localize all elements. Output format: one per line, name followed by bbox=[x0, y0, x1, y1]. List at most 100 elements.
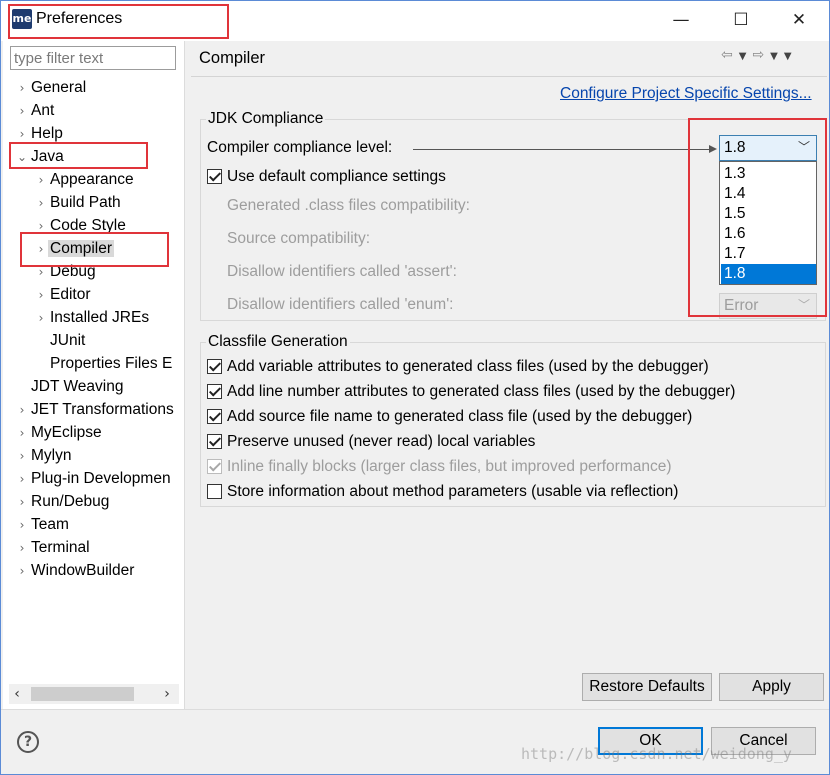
footer-divider bbox=[1, 709, 829, 710]
enum-severity-value: Error bbox=[724, 297, 759, 314]
classfile-option-checkbox[interactable] bbox=[207, 484, 222, 499]
tree-item-build-path[interactable]: › Build Path bbox=[34, 192, 123, 214]
tree-item-installed-jres[interactable]: › Installed JREs bbox=[34, 307, 151, 329]
tree-item-label: JET Transformations bbox=[31, 401, 174, 418]
restore-defaults-button[interactable]: Restore Defaults bbox=[582, 673, 712, 701]
tree-item-windowbuilder[interactable]: › WindowBuilder bbox=[15, 560, 136, 582]
chevron-right-icon[interactable]: › bbox=[34, 169, 48, 191]
chevron-right-icon[interactable]: › bbox=[34, 307, 48, 329]
chevron-right-icon[interactable]: › bbox=[15, 491, 29, 513]
compliance-option[interactable]: 1.8 bbox=[721, 264, 816, 284]
view-menu-icon[interactable]: ▼ bbox=[784, 51, 798, 62]
tree-item-run-debug[interactable]: › Run/Debug bbox=[15, 491, 111, 513]
tree-item-myeclipse[interactable]: › MyEclipse bbox=[15, 422, 104, 444]
tree-item-label: Code Style bbox=[50, 217, 126, 234]
apply-button[interactable]: Apply bbox=[719, 673, 824, 701]
classfile-option-checkbox bbox=[207, 459, 222, 474]
chevron-right-icon[interactable]: › bbox=[15, 77, 29, 99]
classfile-generation-title: Classfile Generation bbox=[206, 333, 350, 351]
chevron-right-icon[interactable]: › bbox=[34, 215, 48, 237]
tree-item-compiler[interactable]: › Compiler bbox=[34, 238, 115, 260]
tree-horizontal-scrollbar[interactable]: ‹ › bbox=[9, 684, 179, 704]
help-icon[interactable]: ? bbox=[17, 731, 39, 753]
filter-input[interactable] bbox=[10, 46, 176, 70]
window-title: Preferences bbox=[36, 10, 123, 27]
chevron-right-icon[interactable]: › bbox=[15, 514, 29, 536]
preference-tree-panel: ›General›Ant›Help⌄Java›Appearance›Build … bbox=[3, 41, 185, 709]
chevron-right-icon[interactable]: › bbox=[15, 537, 29, 559]
back-menu-chevron-icon[interactable]: ▼ bbox=[739, 51, 753, 62]
annotation-arrow-head-icon bbox=[709, 145, 717, 153]
scroll-right-icon[interactable]: › bbox=[159, 684, 175, 704]
chevron-right-icon[interactable]: › bbox=[15, 445, 29, 467]
configure-project-settings-link[interactable]: Configure Project Specific Settings... bbox=[560, 85, 812, 103]
compliance-option[interactable]: 1.6 bbox=[721, 224, 816, 244]
classfile-option-label[interactable]: Add line number attributes to generated … bbox=[227, 383, 735, 401]
chevron-right-icon[interactable]: › bbox=[15, 422, 29, 444]
tree-item-mylyn[interactable]: › Mylyn bbox=[15, 445, 73, 467]
scrollbar-thumb[interactable] bbox=[31, 687, 134, 701]
tree-item-jdt-weaving[interactable]: JDT Weaving bbox=[15, 376, 125, 398]
tree-item-code-style[interactable]: › Code Style bbox=[34, 215, 128, 237]
tree-item-plug-in-developmen[interactable]: › Plug-in Developmen bbox=[15, 468, 173, 490]
scroll-left-icon[interactable]: ‹ bbox=[9, 684, 25, 704]
use-default-label[interactable]: Use default compliance settings bbox=[227, 168, 446, 186]
compliance-level-select[interactable]: 1.8 ﹀ bbox=[719, 135, 817, 161]
tree-item-label: Debug bbox=[50, 263, 96, 280]
tree-item-jet-transformations[interactable]: › JET Transformations bbox=[15, 399, 176, 421]
tree-item-debug[interactable]: › Debug bbox=[34, 261, 98, 283]
compliance-option[interactable]: 1.7 bbox=[721, 244, 816, 264]
maximize-button[interactable]: ☐ bbox=[721, 6, 761, 34]
chevron-right-icon[interactable]: › bbox=[34, 192, 48, 214]
tree-item-java[interactable]: ⌄ Java bbox=[15, 146, 66, 168]
disallow-assert-label: Disallow identifiers called 'assert': bbox=[227, 263, 457, 280]
tree-item-junit[interactable]: JUnit bbox=[34, 330, 87, 352]
tree-item-ant[interactable]: › Ant bbox=[15, 100, 56, 122]
tree-item-appearance[interactable]: › Appearance bbox=[34, 169, 136, 191]
forward-arrow-icon[interactable]: ⇨ bbox=[752, 47, 770, 63]
tree-item-editor[interactable]: › Editor bbox=[34, 284, 93, 306]
chevron-right-icon[interactable]: › bbox=[15, 123, 29, 145]
watermark: http://blog.csdn.net/weidong_y bbox=[521, 745, 792, 763]
forward-menu-chevron-icon[interactable]: ▼ bbox=[770, 51, 784, 62]
minimize-button[interactable]: — bbox=[661, 6, 701, 34]
tree-item-label: JUnit bbox=[50, 332, 86, 349]
compliance-level-dropdown: 1.3 1.4 1.5 1.6 1.7 1.8 bbox=[719, 161, 817, 285]
classfile-option-checkbox[interactable] bbox=[207, 434, 222, 449]
tree-item-label: MyEclipse bbox=[31, 424, 102, 441]
tree-item-team[interactable]: › Team bbox=[15, 514, 71, 536]
tree-item-label: Appearance bbox=[50, 171, 134, 188]
tree-item-label: Team bbox=[31, 516, 69, 533]
chevron-down-icon[interactable]: ⌄ bbox=[15, 146, 29, 168]
compliance-option[interactable]: 1.5 bbox=[721, 204, 816, 224]
close-button[interactable]: ✕ bbox=[779, 6, 819, 34]
compliance-option[interactable]: 1.3 bbox=[721, 164, 816, 184]
classfile-option-checkbox[interactable] bbox=[207, 409, 222, 424]
compliance-option[interactable]: 1.4 bbox=[721, 184, 816, 204]
chevron-right-icon[interactable]: › bbox=[34, 238, 48, 260]
classfile-option-checkbox[interactable] bbox=[207, 384, 222, 399]
classfile-option-label[interactable]: Store information about method parameter… bbox=[227, 483, 678, 501]
tree-item-label: Java bbox=[31, 148, 64, 165]
tree-item-properties-files-e[interactable]: Properties Files E bbox=[34, 353, 174, 375]
chevron-right-icon[interactable]: › bbox=[34, 261, 48, 283]
generated-class-compat-label: Generated .class files compatibility: bbox=[227, 197, 470, 214]
classfile-option-checkbox[interactable] bbox=[207, 359, 222, 374]
chevron-right-icon[interactable]: › bbox=[15, 560, 29, 582]
tree-item-label: Terminal bbox=[31, 539, 90, 556]
use-default-checkbox[interactable] bbox=[207, 169, 222, 184]
tree-item-help[interactable]: › Help bbox=[15, 123, 65, 145]
chevron-right-icon[interactable]: › bbox=[15, 468, 29, 490]
back-arrow-icon[interactable]: ⇦ bbox=[721, 47, 739, 63]
classfile-option-label[interactable]: Add variable attributes to generated cla… bbox=[227, 358, 709, 376]
chevron-right-icon[interactable]: › bbox=[34, 284, 48, 306]
chevron-right-icon[interactable]: › bbox=[15, 100, 29, 122]
chevron-down-icon: ﹀ bbox=[797, 140, 810, 154]
tree-item-general[interactable]: › General bbox=[15, 77, 88, 99]
tree-item-label: Compiler bbox=[48, 240, 115, 257]
tree-item-terminal[interactable]: › Terminal bbox=[15, 537, 92, 559]
classfile-option-label[interactable]: Add source file name to generated class … bbox=[227, 408, 692, 426]
chevron-right-icon[interactable]: › bbox=[15, 399, 29, 421]
annotation-arrow-line bbox=[413, 149, 715, 150]
classfile-option-label[interactable]: Preserve unused (never read) local varia… bbox=[227, 433, 535, 451]
